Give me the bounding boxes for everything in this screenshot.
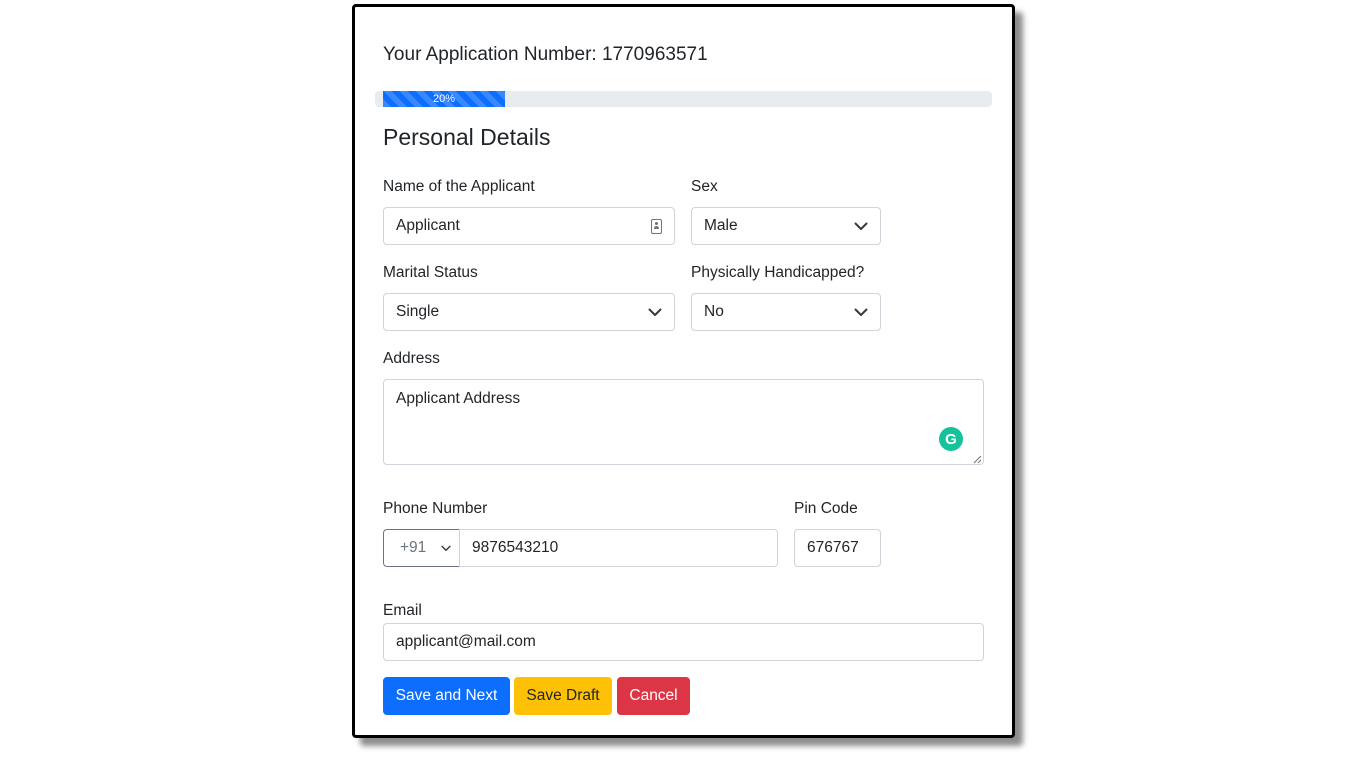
pin-label: Pin Code [794, 500, 858, 517]
address-value: Applicant Address [396, 390, 521, 407]
marital-status-value: Single [396, 303, 440, 320]
progress-label: 20% [432, 93, 456, 105]
chevron-down-icon [854, 219, 868, 233]
phone-label: Phone Number [383, 500, 488, 517]
address-label: Address [383, 350, 440, 367]
chevron-down-icon [854, 305, 868, 319]
phone-input[interactable]: 9876543210 [459, 529, 778, 567]
contact-card-icon[interactable] [651, 218, 662, 234]
application-number: Your Application Number: 1770963571 [383, 44, 708, 65]
phone-value: 9876543210 [472, 539, 559, 556]
section-title: Personal Details [383, 124, 551, 150]
pin-value: 676767 [807, 539, 859, 556]
chevron-down-icon [441, 541, 451, 555]
save-draft-button[interactable]: Save Draft [514, 677, 612, 715]
sex-value: Male [704, 217, 738, 234]
handicapped-select[interactable]: No [691, 293, 881, 331]
marital-status-select[interactable]: Single [383, 293, 675, 331]
progress-track: 20% [375, 91, 992, 107]
address-textarea[interactable]: Applicant Address [383, 379, 984, 465]
country-code-select[interactable]: +91 [383, 529, 460, 567]
email-input[interactable]: applicant@mail.com [383, 623, 984, 661]
sex-select[interactable]: Male [691, 207, 881, 245]
email-value: applicant@mail.com [396, 633, 536, 650]
name-label: Name of the Applicant [383, 178, 535, 195]
name-value: Applicant [396, 217, 460, 234]
marital-status-label: Marital Status [383, 264, 478, 281]
sex-label: Sex [691, 178, 718, 195]
cancel-button[interactable]: Cancel [617, 677, 690, 715]
chevron-down-icon [648, 305, 662, 319]
pin-input[interactable]: 676767 [794, 529, 881, 567]
handicapped-label: Physically Handicapped? [691, 264, 865, 281]
grammarly-icon[interactable]: G [939, 427, 963, 451]
country-code-value: +91 [400, 539, 427, 556]
resize-handle-icon[interactable] [972, 454, 982, 464]
handicapped-value: No [704, 303, 724, 320]
progress-bar: 20% [383, 91, 505, 107]
email-label: Email [383, 602, 422, 619]
save-and-next-button[interactable]: Save and Next [383, 677, 510, 715]
name-input[interactable]: Applicant [383, 207, 675, 245]
